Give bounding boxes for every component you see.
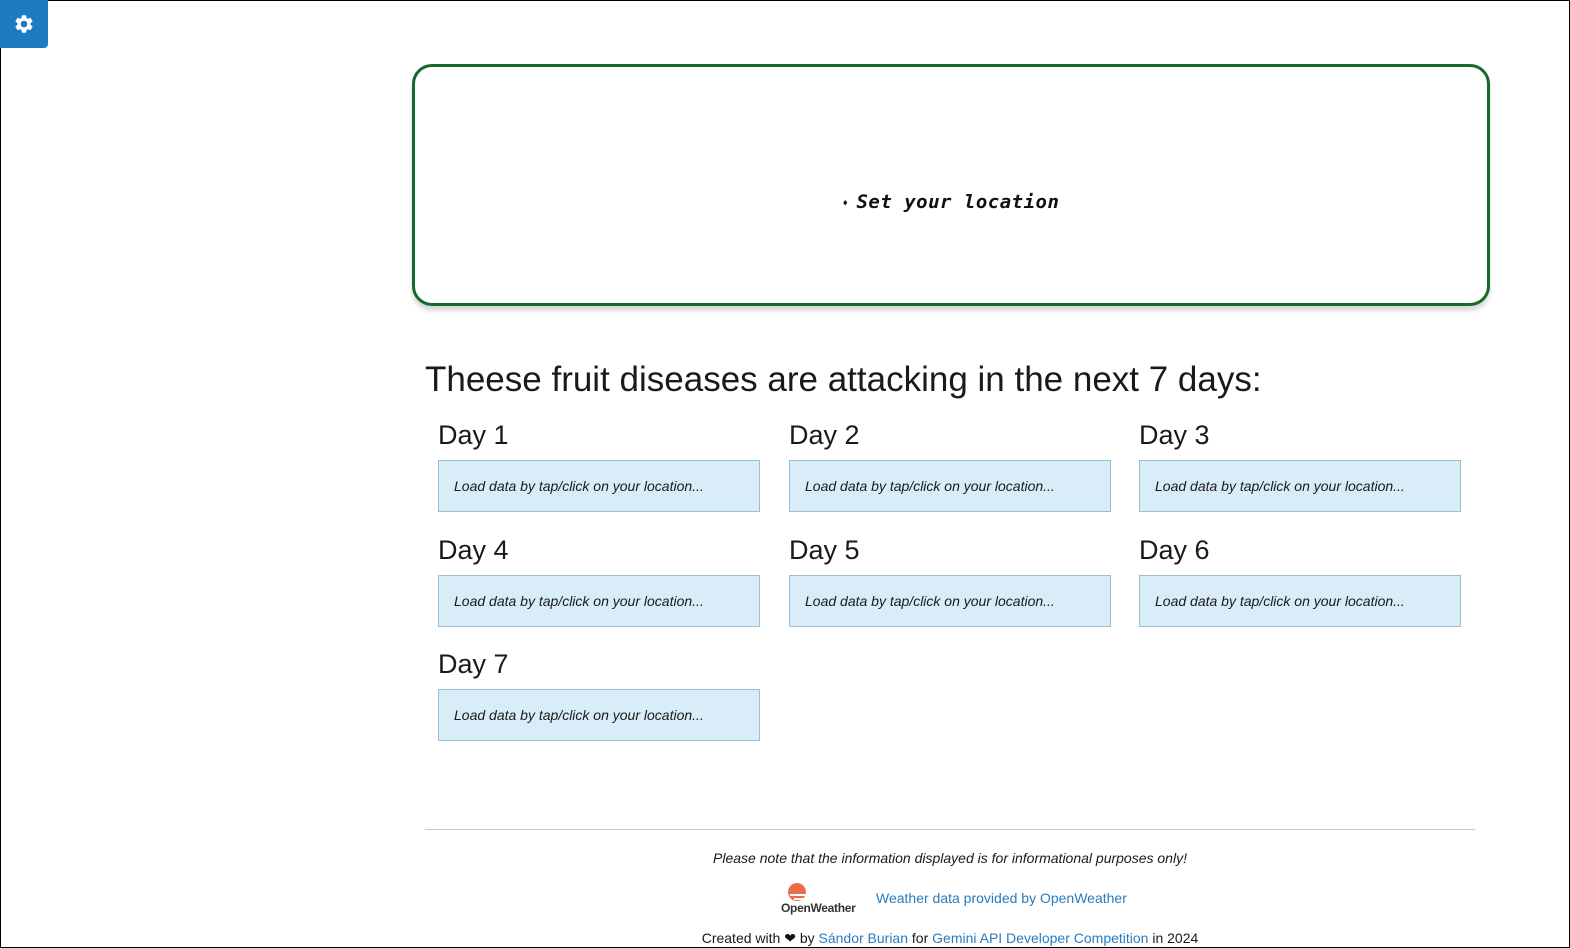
day-data-box[interactable]: Load data by tap/click on your location.… [789, 575, 1111, 627]
credits-line: Created with ❤ by Sándor Burian for Gemi… [425, 930, 1475, 947]
openweather-link[interactable]: Weather data provided by OpenWeather [876, 890, 1127, 906]
for-text: for [911, 930, 929, 946]
competition-link[interactable]: Gemini API Developer Competition [932, 930, 1148, 946]
day-title: Day 6 [1139, 535, 1210, 565]
day-data-box[interactable]: Load data by tap/click on your location.… [438, 575, 760, 627]
disclaimer-note: Please note that the information display… [713, 850, 1187, 866]
day-card-3: Day 3 Load data by tap/click on your loc… [1139, 420, 1463, 512]
settings-button[interactable] [0, 0, 48, 48]
day-title: Day 5 [789, 535, 860, 565]
forecast-heading: Theese fruit diseases are attacking in t… [425, 360, 1262, 399]
heart-icon: ❤ [784, 930, 796, 946]
footer-divider [425, 829, 1475, 830]
day-card-7: Day 7 Load data by tap/click on your loc… [438, 649, 762, 741]
day-title: Day 3 [1139, 420, 1210, 450]
day-card-2: Day 2 Load data by tap/click on your loc… [789, 420, 1113, 512]
day-card-1: Day 1 Load data by tap/click on your loc… [438, 420, 762, 512]
set-location-card[interactable]: ♦ Set your location [412, 64, 1490, 306]
openweather-logo-text: OpenWeather [781, 901, 856, 915]
set-location-label-wrap: ♦ Set your location [843, 191, 1060, 213]
day-card-4: Day 4 Load data by tap/click on your loc… [438, 535, 762, 627]
day-title: Day 4 [438, 535, 509, 565]
year-text: in 2024 [1152, 930, 1199, 946]
day-card-5: Day 5 Load data by tap/click on your loc… [789, 535, 1113, 627]
pin-icon: ♦ [842, 198, 849, 209]
day-title: Day 7 [438, 649, 509, 679]
openweather-logo: OpenWeather [780, 880, 858, 916]
day-data-box[interactable]: Load data by tap/click on your location.… [789, 460, 1111, 512]
day-title: Day 2 [789, 420, 860, 450]
created-with-text: Created with [701, 930, 781, 946]
day-title: Day 1 [438, 420, 509, 450]
openweather-attribution: OpenWeather Weather data provided by Ope… [780, 880, 1127, 916]
day-data-box[interactable]: Load data by tap/click on your location.… [1139, 460, 1461, 512]
author-link[interactable]: Sándor Burian [819, 930, 909, 946]
day-data-box[interactable]: Load data by tap/click on your location.… [1139, 575, 1461, 627]
set-location-label: Set your location [856, 191, 1060, 213]
day-data-box[interactable]: Load data by tap/click on your location.… [438, 460, 760, 512]
day-data-box[interactable]: Load data by tap/click on your location.… [438, 689, 760, 741]
by-text: by [799, 930, 815, 946]
day-card-6: Day 6 Load data by tap/click on your loc… [1139, 535, 1463, 627]
gear-icon [15, 15, 33, 33]
